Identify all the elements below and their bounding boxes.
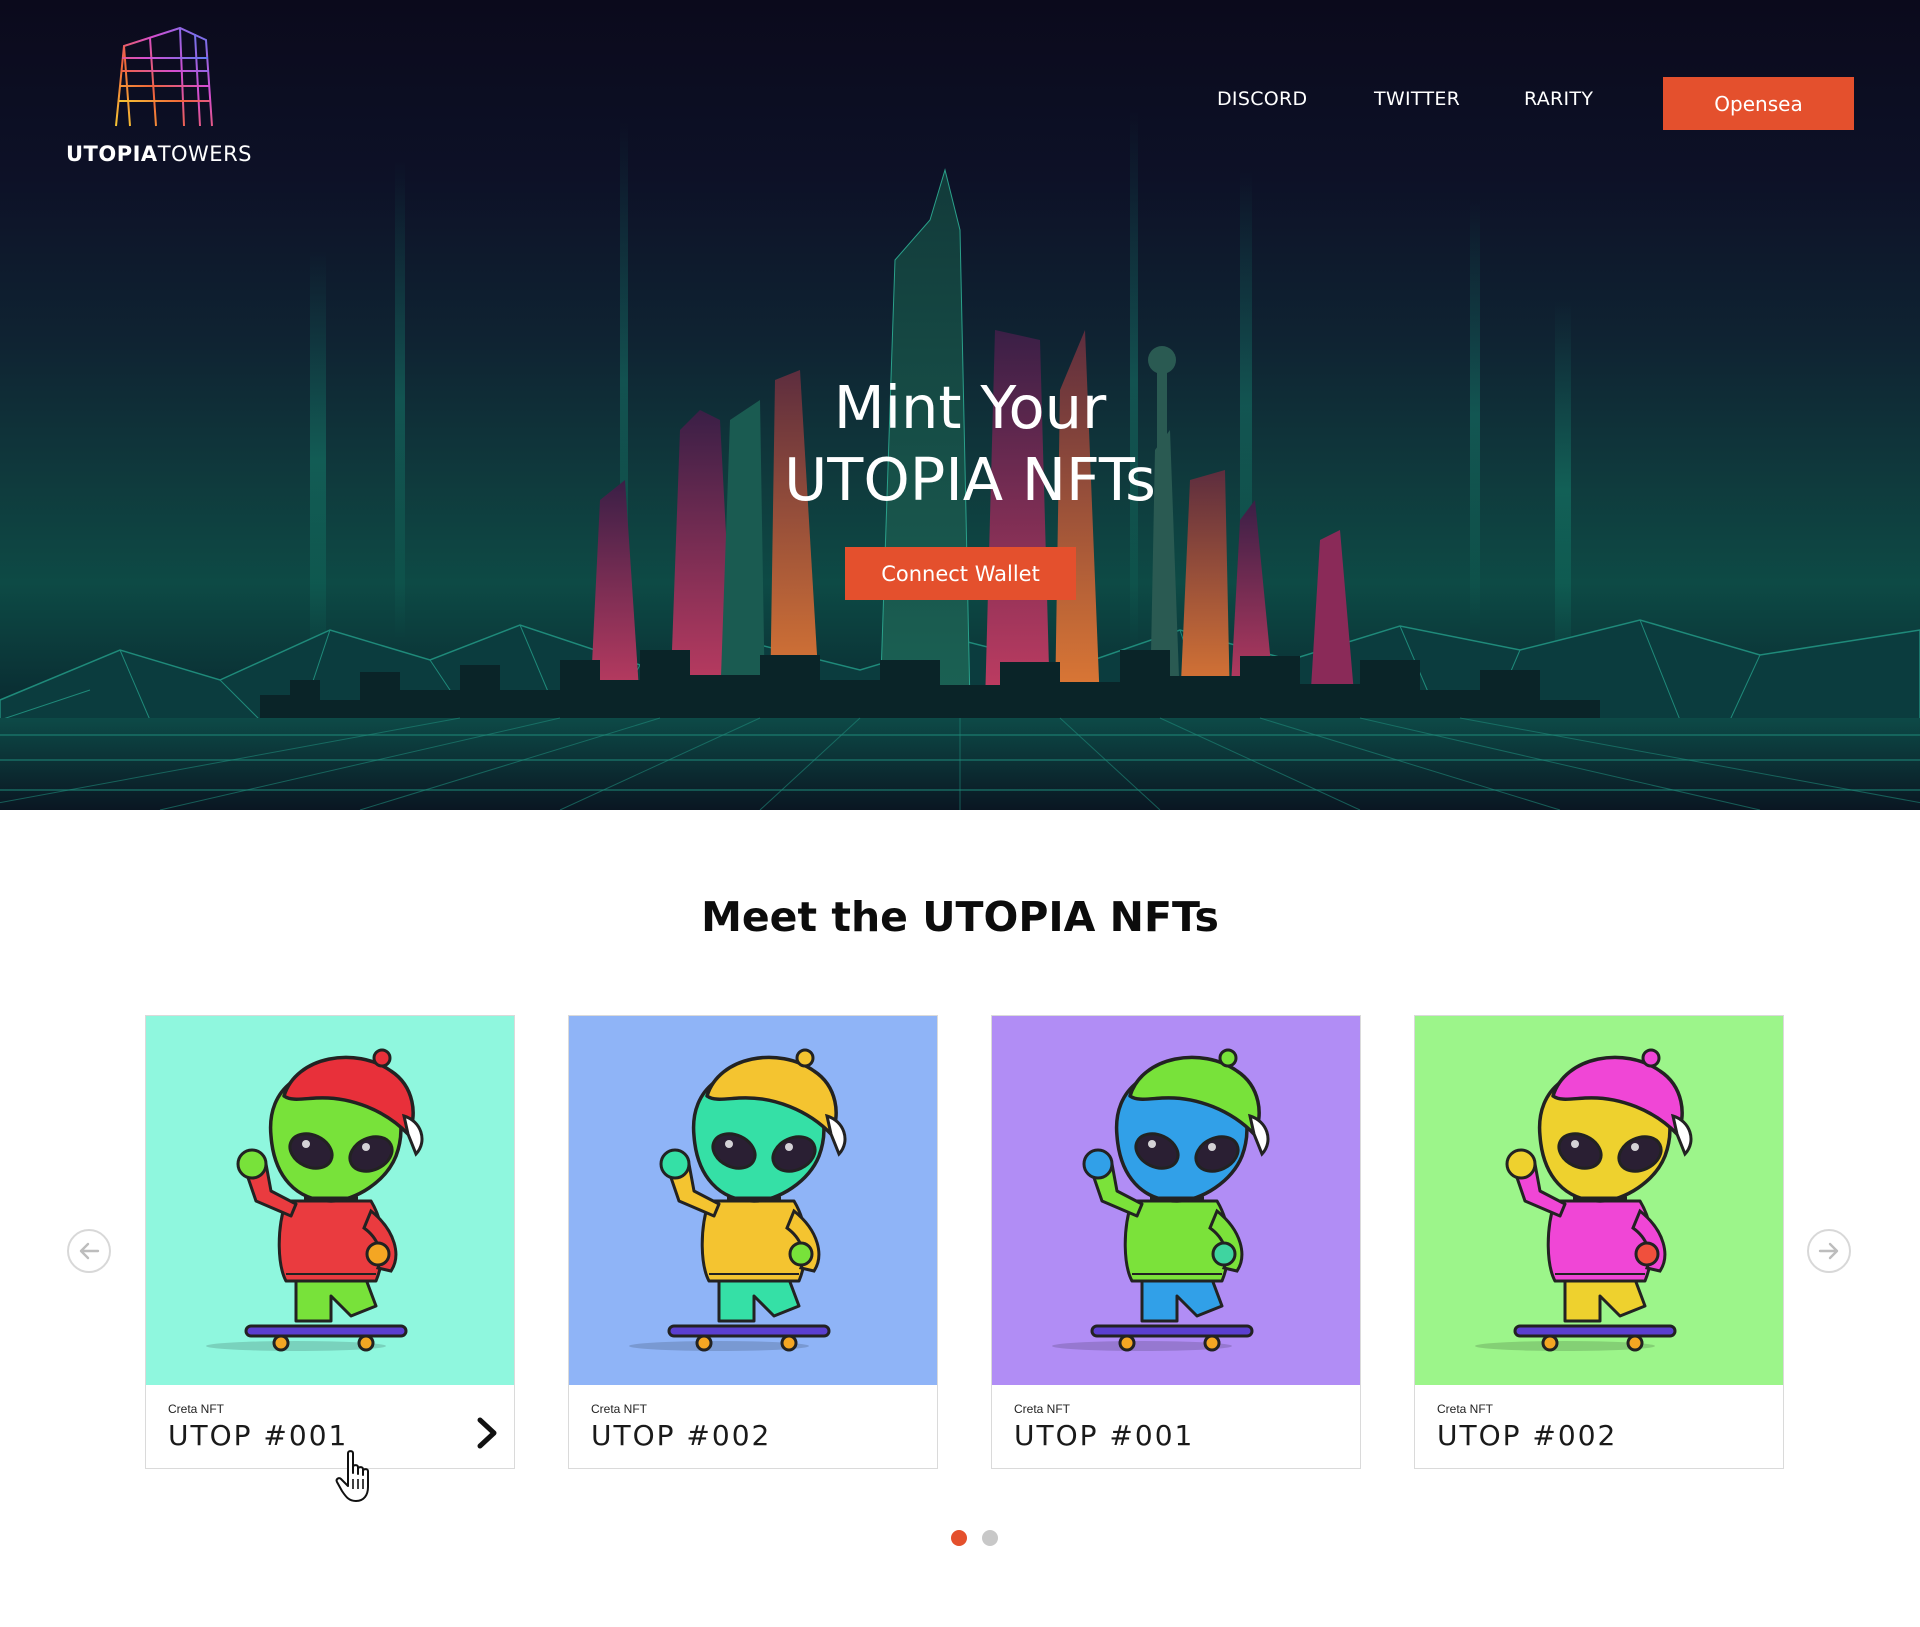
hero-title-line2: UTOPIA NFTs [784,445,1156,514]
alien-skater-illustration [206,1048,424,1352]
pagination-dot-1[interactable] [951,1530,967,1546]
nft-name: UTOP #001 [168,1419,349,1452]
nav-rarity[interactable]: RARITY [1524,88,1593,110]
alien-skater-illustration [1052,1048,1270,1352]
nav-discord[interactable]: DISCORD [1217,88,1307,110]
nft-collection-label: Creta NFT [1014,1402,1071,1416]
nft-name: UTOP #001 [1014,1419,1195,1452]
nft-card[interactable]: Creta NFT UTOP #001 [991,1015,1361,1469]
nft-artwork [146,1016,514,1385]
logo-wordmark: UTOPIATOWERS [66,142,252,166]
nft-collection-label: Creta NFT [591,1402,648,1416]
logo-text-towers: TOWERS [157,142,252,166]
nft-collection-label: Creta NFT [168,1402,225,1416]
chevron-right-icon[interactable] [472,1414,502,1452]
nft-card[interactable]: Creta NFT UTOP #002 [1414,1015,1784,1469]
connect-wallet-button[interactable]: Connect Wallet [845,547,1076,600]
nft-card[interactable]: Creta NFT UTOP #001 [145,1015,515,1469]
hero-title: Mint Your UTOPIA NFTs [660,372,1280,516]
hero-title-line1: Mint Your [833,373,1107,442]
arrow-right-icon [1818,1242,1839,1260]
hand-pointer-icon [335,1450,369,1502]
logo-text-utopia: UTOPIA [66,142,158,166]
alien-skater-illustration [629,1048,847,1352]
alien-skater-illustration [1475,1048,1693,1352]
carousel-prev-button[interactable] [67,1229,111,1273]
utopia-towers-logo[interactable]: UTOPIATOWERS [64,26,268,172]
carousel-next-button[interactable] [1807,1229,1851,1273]
nav-twitter[interactable]: TWITTER [1374,88,1460,110]
nft-artwork [1415,1016,1783,1385]
nft-card[interactable]: Creta NFT UTOP #002 [568,1015,938,1469]
nft-artwork [992,1016,1360,1385]
nft-artwork [569,1016,937,1385]
nft-name: UTOP #002 [591,1419,772,1452]
gallery-title: Meet the UTOPIA NFTs [701,893,1219,941]
pagination-dot-2[interactable] [982,1530,998,1546]
logo-towers-icon [112,26,218,127]
arrow-left-icon [79,1242,100,1260]
nft-collection-label: Creta NFT [1437,1402,1494,1416]
opensea-button[interactable]: Opensea [1663,77,1854,130]
nft-name: UTOP #002 [1437,1419,1618,1452]
hero-section: UTOPIATOWERS DISCORD TWITTER RARITY Open… [0,0,1920,810]
